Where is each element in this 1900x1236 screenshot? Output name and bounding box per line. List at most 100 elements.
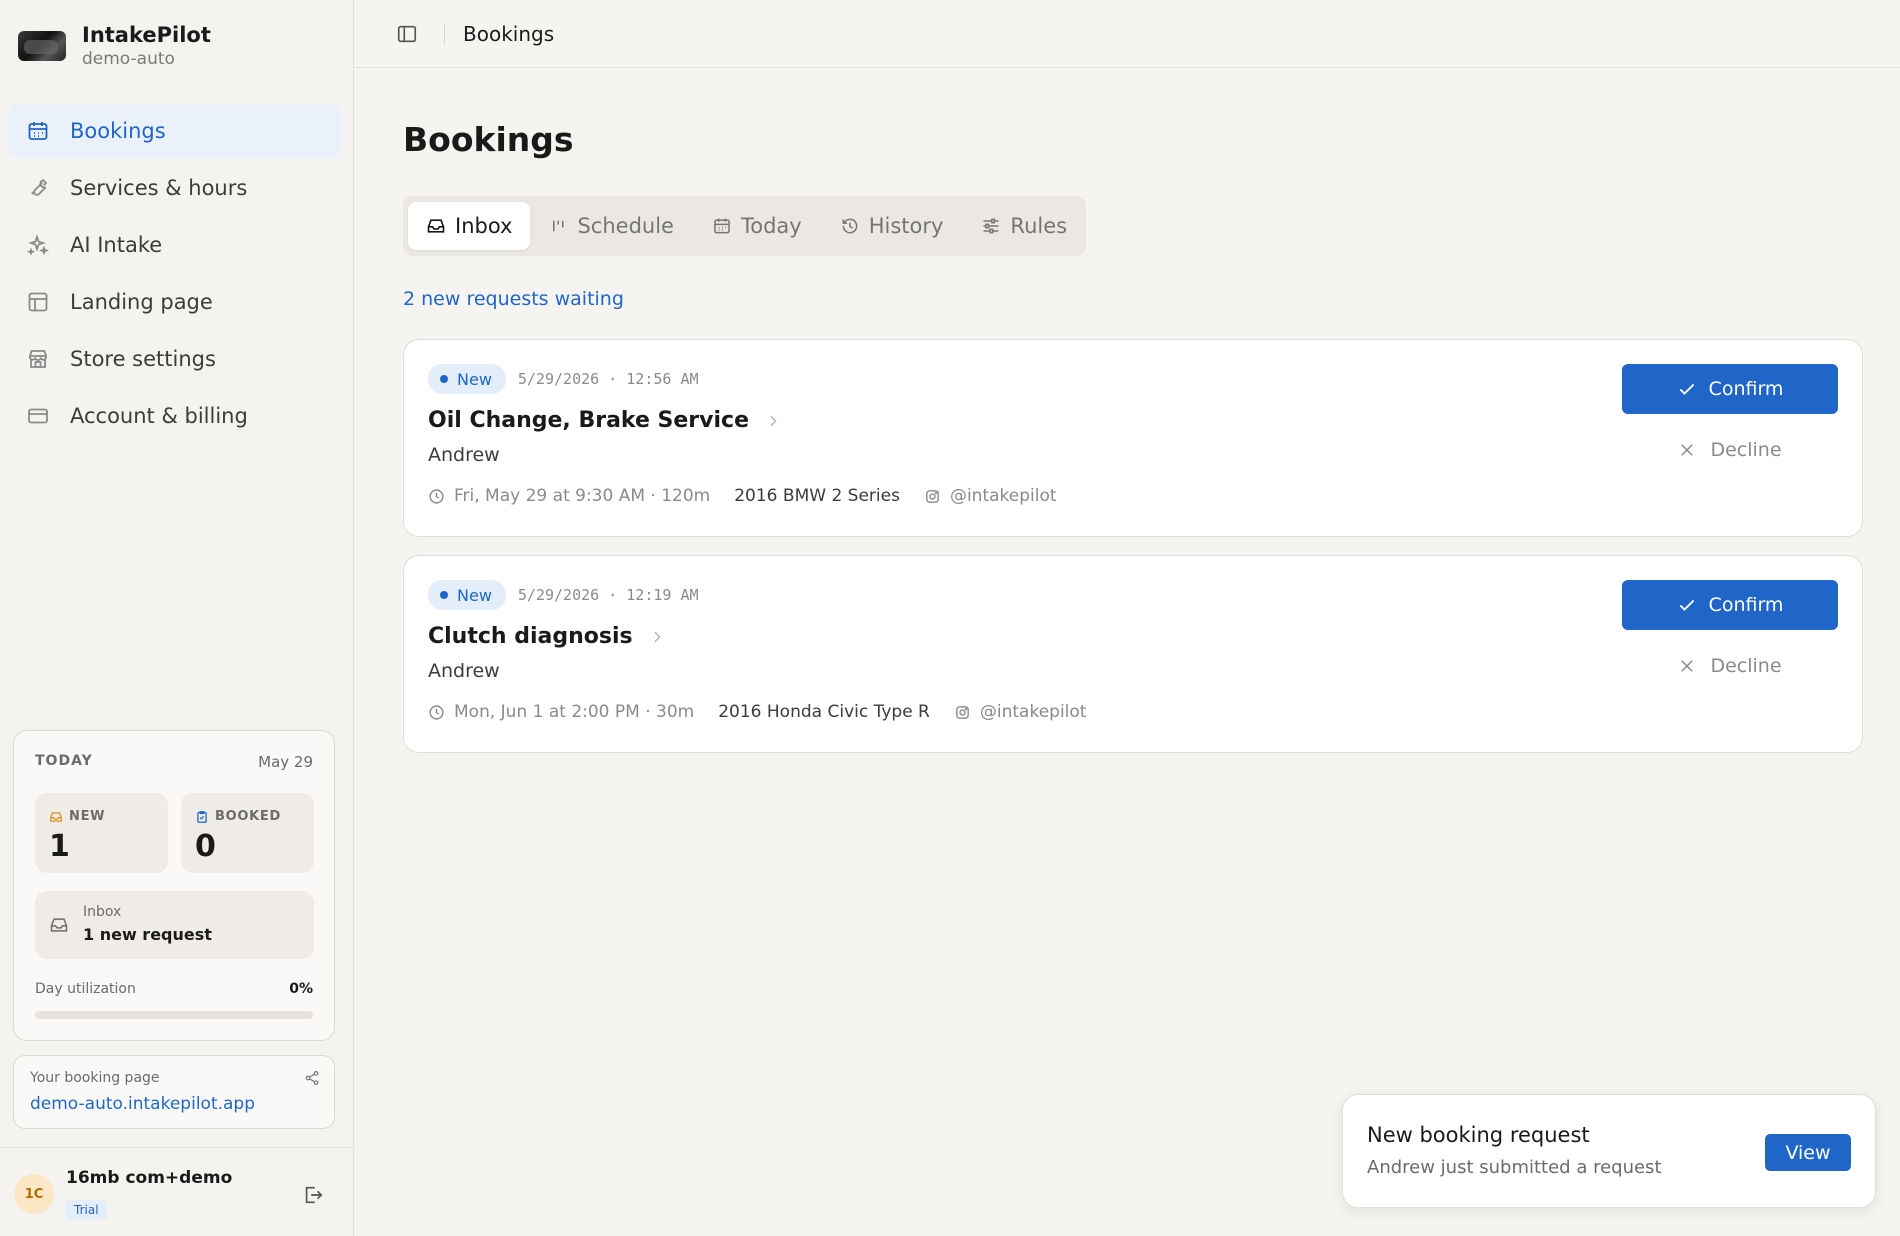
decline-button[interactable]: Decline [1622, 430, 1838, 470]
plan-badge: Trial [66, 1200, 107, 1220]
tab-today[interactable]: Today [694, 202, 820, 250]
status-badge-label: New [457, 369, 492, 389]
avatar[interactable]: 1C [14, 1174, 54, 1214]
vehicle: 2016 Honda Civic Type R [718, 702, 930, 722]
calendar-icon [26, 119, 50, 143]
status-badge: New [428, 580, 506, 610]
today-date: May 29 [258, 753, 313, 771]
status-badge: New [428, 364, 506, 394]
confirm-button[interactable]: Confirm [1622, 364, 1838, 414]
tab-label: History [868, 214, 944, 238]
wrench-icon [26, 176, 50, 200]
calendar-icon [712, 216, 741, 236]
request-title[interactable]: Oil Change, Brake Service [428, 408, 781, 433]
sidebar-item-bookings[interactable]: Bookings [8, 104, 342, 158]
clock-icon [428, 488, 454, 505]
new-stat-label: NEW [69, 809, 106, 824]
tab-label: Today [740, 214, 802, 238]
status-badge-label: New [457, 585, 492, 605]
tab-rules[interactable]: Rules [963, 202, 1085, 250]
tab-schedule[interactable]: Schedule [532, 202, 692, 250]
clipboard-check-icon [195, 810, 215, 824]
sidebar-item-ai-intake[interactable]: AI Intake [8, 218, 342, 272]
utilization-value: 0% [289, 981, 313, 997]
request-customer: Andrew [428, 660, 500, 682]
sidebar-item-label: Store settings [70, 347, 216, 371]
sidebar-item-store-settings[interactable]: Store settings [8, 332, 342, 386]
history-icon [840, 216, 869, 236]
status-dot [440, 591, 448, 599]
credit-card-icon [26, 404, 50, 428]
appointment-time: Mon, Jun 1 at 2:00 PM · 30m [428, 702, 694, 722]
sparkles-icon [26, 233, 50, 257]
tab-label: Schedule [577, 214, 674, 238]
inbox-summary[interactable]: Inbox 1 new request [35, 891, 314, 959]
sidebar-item-label: Bookings [70, 119, 166, 143]
request-title-text: Oil Change, Brake Service [428, 408, 749, 433]
inbox-summary-value: 1 new request [83, 925, 212, 944]
request-meta-header: New 5/29/2026 · 12:56 AM [428, 364, 699, 394]
today-label: TODAY [35, 753, 93, 769]
confirm-label: Confirm [1708, 378, 1784, 400]
booking-request-card[interactable]: New 5/29/2026 · 12:19 AM Clutch diagnosi… [403, 555, 1863, 753]
top-bar: Bookings [354, 0, 1900, 68]
booking-request-card[interactable]: New 5/29/2026 · 12:56 AM Oil Change, Bra… [403, 339, 1863, 537]
sidebar-item-landing-page[interactable]: Landing page [8, 275, 342, 329]
tab-inbox[interactable]: Inbox [408, 202, 531, 250]
inbox-icon [49, 810, 69, 824]
brand-subtitle: demo-auto [82, 49, 175, 69]
request-title[interactable]: Clutch diagnosis [428, 624, 665, 649]
brand-logo [18, 31, 66, 61]
sidebar-item-services-hours[interactable]: Services & hours [8, 161, 342, 215]
sidebar-item-account-billing[interactable]: Account & billing [8, 389, 342, 443]
source-handle-text: @intakepilot [949, 486, 1057, 506]
submitted-timestamp: 5/29/2026 · 12:19 AM [517, 586, 699, 604]
toast-description: Andrew just submitted a request [1367, 1157, 1662, 1178]
status-dot [440, 375, 448, 383]
vehicle: 2016 BMW 2 Series [734, 486, 900, 506]
sidebar-item-label: Landing page [70, 290, 213, 314]
booked-stat-value: 0 [195, 829, 216, 864]
booking-page-link[interactable]: demo-auto.intakepilot.app [30, 1094, 255, 1114]
request-title-text: Clutch diagnosis [428, 624, 633, 649]
store-icon [26, 347, 50, 371]
schedule-icon [550, 216, 577, 236]
view-button[interactable]: View [1765, 1134, 1851, 1171]
confirm-button[interactable]: Confirm [1622, 580, 1838, 630]
logout-icon[interactable] [302, 1184, 324, 1206]
appointment-time-text: Fri, May 29 at 9:30 AM · 120m [454, 486, 711, 506]
appointment-time: Fri, May 29 at 9:30 AM · 120m [428, 486, 710, 506]
share-icon[interactable] [304, 1070, 320, 1086]
booking-page-label: Your booking page [30, 1070, 160, 1086]
brand[interactable]: IntakePilot demo-auto [18, 22, 211, 70]
sidebar-nav: Bookings Services & hours AI Intake Land… [8, 104, 342, 446]
tab-history[interactable]: History [822, 202, 962, 250]
bookings-tabs: Inbox Schedule Today History Rules [403, 196, 1086, 256]
sidebar-item-label: AI Intake [70, 233, 163, 257]
waiting-requests-link[interactable]: 2 new requests waiting [403, 288, 624, 310]
utilization-row: Day utilization 0% [35, 981, 313, 997]
utilization-label: Day utilization [35, 981, 136, 997]
submitted-timestamp: 5/29/2026 · 12:56 AM [517, 370, 699, 388]
sliders-icon [981, 216, 1010, 236]
check-icon [1677, 379, 1709, 399]
instagram-icon [954, 704, 980, 721]
clock-icon [428, 704, 454, 721]
notification-toast: New booking request Andrew just submitte… [1342, 1094, 1876, 1208]
booked-stat[interactable]: BOOKED 0 [181, 793, 314, 873]
sidebar-toggle-icon[interactable] [396, 23, 418, 45]
decline-button[interactable]: Decline [1622, 646, 1838, 686]
instagram-icon [924, 488, 950, 505]
booking-page-card: Your booking page demo-auto.intakepilot.… [13, 1055, 335, 1129]
new-stat-header: NEW [49, 809, 105, 824]
request-meta-header: New 5/29/2026 · 12:19 AM [428, 580, 699, 610]
sidebar-item-label: Account & billing [70, 404, 248, 428]
layout-icon [26, 290, 50, 314]
source-handle: @intakepilot [924, 486, 1057, 506]
toast-title: New booking request [1367, 1123, 1590, 1147]
new-stat[interactable]: NEW 1 [35, 793, 168, 873]
breadcrumb: Bookings [463, 21, 555, 46]
booked-stat-label: BOOKED [215, 809, 281, 824]
brand-text: IntakePilot demo-auto [82, 22, 211, 70]
today-summary-card: TODAY May 29 NEW 1 BOOKED 0 Inbox 1 new … [13, 730, 335, 1041]
